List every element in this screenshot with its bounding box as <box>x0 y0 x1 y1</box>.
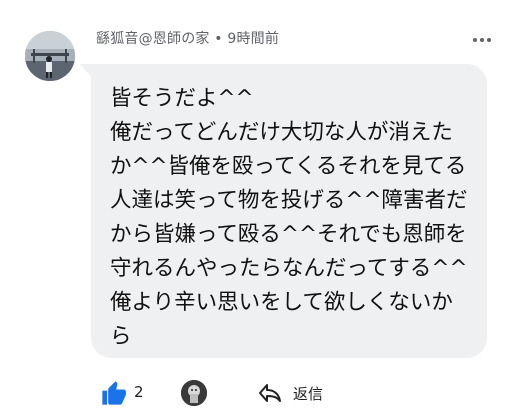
creator-heart-button[interactable] <box>178 377 210 409</box>
comment-line: から皆嫌って殴る^^それでも恩師を <box>110 222 467 247</box>
more-vert-icon <box>473 38 477 42</box>
more-dot <box>487 38 491 42</box>
comment-body: 皆そうだよ^^ 俺だってどんだけ大切な人が消えた か^^皆俺を殴ってくるそれを見… <box>110 82 480 354</box>
thumbs-up-icon <box>102 381 126 405</box>
more-dot <box>480 38 484 42</box>
author-avatar[interactable] <box>25 31 75 81</box>
avatar-photo <box>25 31 75 81</box>
comment-line: 守れるんやったらなんだってする^^ <box>110 256 468 281</box>
reply-button[interactable]: 返信 <box>257 379 323 407</box>
reply-label: 返信 <box>293 384 324 403</box>
reply-arrow-icon <box>259 384 281 402</box>
comment-actions: 2 返信 <box>100 377 500 409</box>
comment-line: 俺より辛い思いをして欲しくないか <box>110 290 453 315</box>
creator-avatar <box>181 380 207 406</box>
comment-line: 人達は笑って物を投げる^^障害者だ <box>110 188 468 213</box>
more-options-button[interactable] <box>470 30 494 50</box>
comment-line: ら <box>110 324 132 349</box>
meta-separator: • <box>209 31 228 47</box>
creator-heart-icon <box>181 380 207 406</box>
comment-line: 俺だってどんだけ大切な人が消えた <box>110 120 453 145</box>
comment-line: 皆そうだよ^^ <box>110 86 254 111</box>
comment-timestamp[interactable]: 9時間前 <box>227 31 279 47</box>
like-count: 2 <box>134 383 144 401</box>
author-name[interactable]: 繇狐音@恩師の家 <box>96 31 210 47</box>
comment-card: 繇狐音@恩師の家 • 9時間前 皆そうだよ^^ 俺だってどんだけ大切な人が消えた… <box>0 0 512 413</box>
like-button[interactable] <box>100 379 130 407</box>
comment-header: 繇狐音@恩師の家 • 9時間前 <box>96 28 279 48</box>
comment-line: か^^皆俺を殴ってくるそれを見てる <box>110 154 467 179</box>
